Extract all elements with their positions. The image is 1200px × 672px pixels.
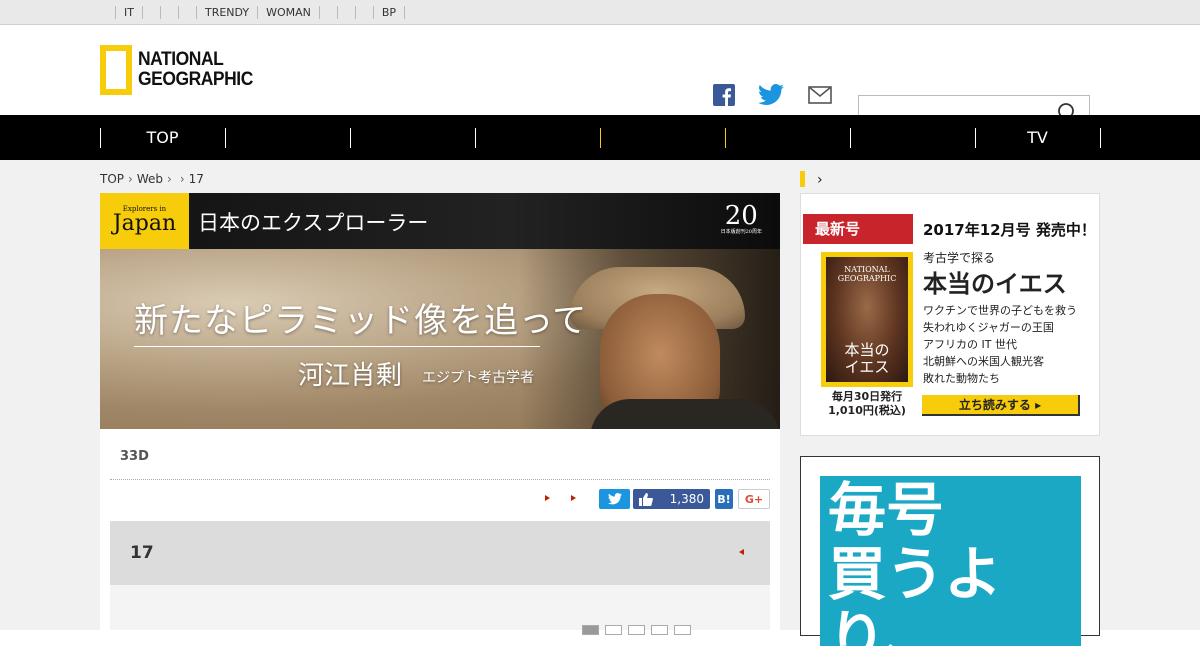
- utility-link[interactable]: [318, 6, 337, 19]
- story-item: 敗れた動物たち: [923, 372, 1000, 385]
- utility-link[interactable]: [159, 6, 178, 19]
- cover-title: 本当の イエス: [844, 341, 890, 376]
- twitter-icon: [607, 493, 622, 505]
- pagination-page[interactable]: [628, 625, 645, 635]
- logo-text-line2: GEOGRAPHIC: [138, 69, 253, 90]
- collapse-arrow-icon[interactable]: [739, 549, 744, 555]
- banner-header-title: 日本のエクスプローラー: [198, 211, 429, 235]
- article-list-area: [110, 585, 770, 635]
- main-column: 新たなピラミッド像を追って 河江肖剰 エジプト考古学者 Explorers in…: [100, 193, 780, 635]
- facebook-icon[interactable]: [712, 83, 736, 107]
- main-navigation: TOP TV: [0, 115, 1200, 160]
- utility-link[interactable]: TRENDY: [195, 6, 257, 19]
- utility-link[interactable]: IT: [115, 6, 142, 19]
- read-sample-button[interactable]: 立ち読みする ▸: [922, 395, 1080, 416]
- nav-item[interactable]: [225, 115, 350, 160]
- feature-title: 本当のイエス: [923, 270, 1067, 298]
- thumbs-up-icon: [639, 492, 653, 506]
- article-tag: 33D: [120, 449, 149, 464]
- new-issue-label: 最新号: [803, 214, 913, 244]
- banner-headline: 新たなピラミッド像を追って: [134, 301, 588, 341]
- price-info: 毎月30日発行 1,010円(税込): [828, 390, 906, 417]
- breadcrumb-item[interactable]: Web: [137, 172, 163, 186]
- nav-item[interactable]: TOP: [100, 115, 225, 160]
- google-plus-button[interactable]: G+: [738, 489, 770, 509]
- chevron-right-icon[interactable]: ›: [817, 172, 823, 188]
- nav-item[interactable]: [850, 115, 975, 160]
- breadcrumb-item: 17: [188, 172, 204, 186]
- top-utility-bar: IT TRENDY WOMAN BP: [0, 0, 1200, 25]
- utility-link[interactable]: [141, 6, 160, 19]
- twitter-icon[interactable]: [757, 83, 785, 107]
- utility-link[interactable]: WOMAN: [257, 6, 319, 19]
- banner-role: エジプト考古学者: [422, 370, 534, 386]
- issue-date: 2017年12月号 発売中！: [923, 221, 1096, 239]
- explorers-in-japan-logo: Explorers in Japan: [100, 193, 189, 249]
- pagination-page[interactable]: [674, 625, 691, 635]
- breadcrumb-chevron-icon: ›: [179, 172, 185, 186]
- utility-link[interactable]: [336, 6, 355, 19]
- arrow-icon[interactable]: [571, 495, 576, 501]
- utility-link[interactable]: BP: [372, 6, 406, 19]
- utility-link[interactable]: [177, 6, 196, 19]
- story-item: 失われゆくジャガーの王国: [923, 321, 1054, 334]
- facebook-like-button[interactable]: 1,380: [633, 489, 710, 509]
- site-header: NATIONAL GEOGRAPHIC: [0, 25, 1200, 127]
- banner-person: 河江肖剰: [298, 361, 403, 391]
- pagination-page[interactable]: [651, 625, 668, 635]
- banner-header: Explorers in Japan 日本のエクスプローラー 20 日本版創刊20…: [100, 193, 780, 249]
- breadcrumb-chevron-icon: ›: [128, 172, 133, 186]
- nav-item[interactable]: [350, 115, 475, 160]
- breadcrumb-item[interactable]: TOP: [100, 172, 124, 186]
- pagination-page[interactable]: [605, 625, 622, 635]
- ad-text: 毎号 買うより、: [820, 476, 1081, 670]
- mail-icon[interactable]: [807, 83, 833, 107]
- like-count: 1,380: [669, 492, 704, 506]
- nav-item[interactable]: [600, 115, 725, 160]
- magazine-cover[interactable]: NATIONAL GEOGRAPHIC 本当の イエス: [821, 252, 913, 387]
- tweet-button[interactable]: [599, 489, 630, 509]
- magazine-promo[interactable]: 最新号 2017年12月号 発売中！ NATIONAL GEOGRAPHIC 本当…: [800, 193, 1100, 436]
- pagination-page[interactable]: [582, 625, 599, 635]
- story-list: ワクチンで世界の子どもを救う 失われゆくジャガーの王国 アフリカの IT 世代北朝鮮…: [923, 302, 1077, 387]
- page-body: TOP › Web › › 17 新たなピラミッド像を追って 河江肖剰 エジプト考古学者 …: [0, 160, 1200, 670]
- story-item: 北朝鮮への米国人観光客: [923, 355, 1044, 368]
- nav-item[interactable]: [725, 115, 850, 160]
- sidebar-heading-marker: [800, 171, 805, 187]
- hatena-bookmark-button[interactable]: B!: [715, 489, 733, 509]
- anniversary-logo: 20 日本版創刊20周年: [720, 201, 762, 235]
- site-logo[interactable]: NATIONAL GEOGRAPHIC: [100, 45, 263, 95]
- series-banner[interactable]: 新たなピラミッド像を追って 河江肖剰 エジプト考古学者 Explorers in…: [100, 193, 780, 429]
- utility-link[interactable]: [354, 6, 373, 19]
- section-header[interactable]: 17: [110, 521, 770, 585]
- logo-text-line1: NATIONAL: [138, 49, 224, 70]
- divider: [110, 479, 770, 480]
- breadcrumb: TOP › Web › › 17: [100, 172, 208, 186]
- story-item: アフリカの IT 世代: [923, 338, 1017, 351]
- nav-item[interactable]: [475, 115, 600, 160]
- banner-photo: 新たなピラミッド像を追って 河江肖剰 エジプト考古学者: [100, 249, 780, 429]
- nav-item[interactable]: TV: [975, 115, 1100, 160]
- nav-separator: [1100, 128, 1101, 148]
- arrow-icon[interactable]: [545, 495, 550, 501]
- section-title: 17: [130, 543, 154, 563]
- breadcrumb-chevron-icon: ›: [167, 172, 172, 186]
- subscription-ad[interactable]: 毎号 買うより、: [800, 456, 1100, 670]
- story-item: ワクチンで世界の子どもを救う: [923, 304, 1077, 317]
- logo-yellow-frame: [100, 45, 132, 95]
